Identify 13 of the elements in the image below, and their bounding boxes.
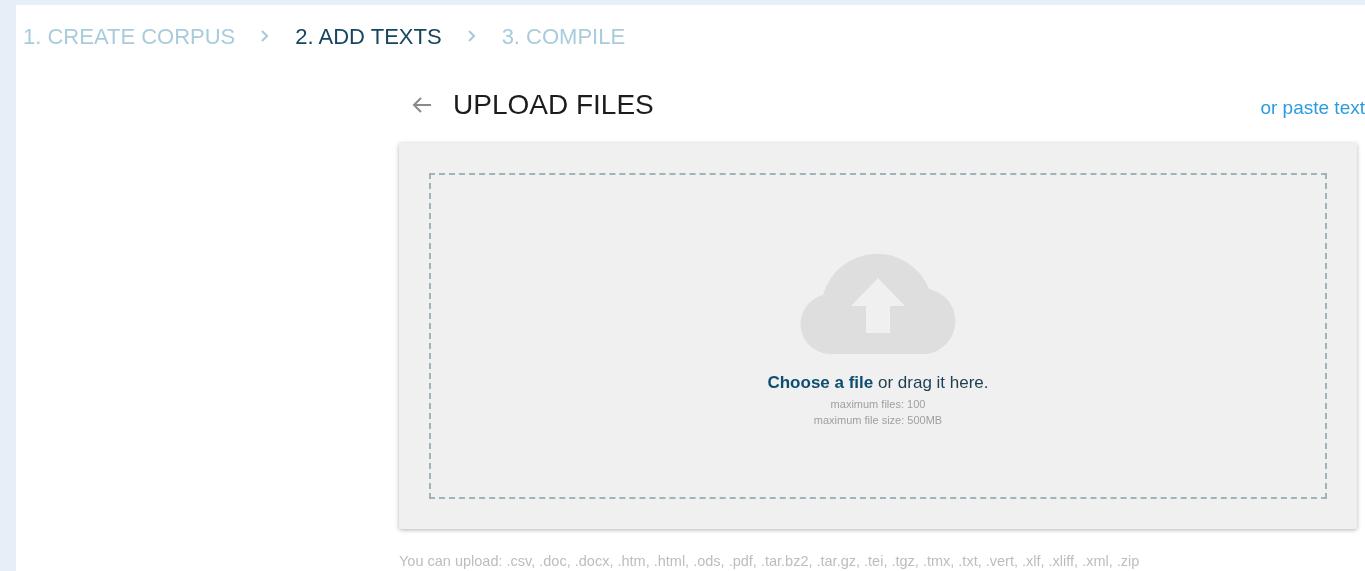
limit-note: maximum files: 100 [830,396,926,412]
chevron-icon [466,29,477,43]
step-tab[interactable]: 3. COMPILE [501,19,626,53]
limit-note: maximum file size: 500MB [813,412,943,428]
step-tab[interactable]: 1. CREATE CORPUS [23,19,236,53]
back-arrow-icon[interactable] [411,96,433,114]
page-title: UPLOAD FILES [453,88,654,122]
drop-zone[interactable]: Choose a file or drag it here. maximum files: 100 maximum file size: 500MB [429,173,1327,499]
step-tab[interactable]: 2. ADD TEXTS [295,19,442,53]
formats-note: You can upload: .csv, .doc, .docx, .htm, .html, .ods, .pdf, .tar.bz2, .tar.gz, .tei, .tgz, .tmx, .txt, .vert, .xlf, .xliff, .xml, .zip [399,552,1141,571]
upload-prompt: Choose a file or drag it here. [767,372,989,394]
chevron-icon [260,29,271,43]
paste-text-link[interactable]: or paste text [1260,93,1365,123]
